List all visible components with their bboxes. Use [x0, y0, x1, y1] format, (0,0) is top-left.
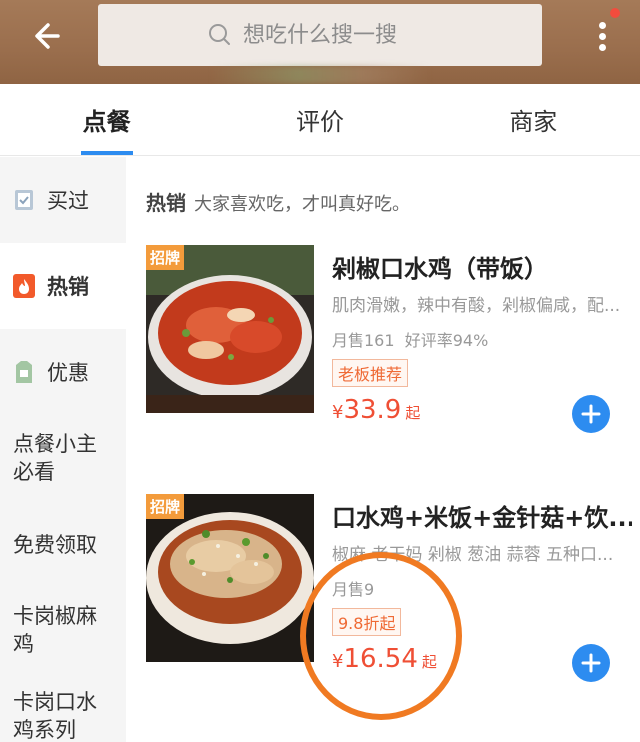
food-image[interactable]: 招牌 [146, 494, 314, 662]
more-dot-icon [599, 44, 606, 51]
rating: 好评率94% [404, 331, 489, 350]
food-image[interactable]: 招牌 [146, 245, 314, 413]
discount-icon [13, 360, 35, 384]
back-button[interactable] [28, 14, 72, 58]
more-dot-icon [599, 22, 606, 29]
sidebar-item-must-read[interactable]: 点餐小主必看 [0, 415, 126, 501]
price-value: 33.9 [343, 395, 402, 425]
section-header: 热销 大家喜欢吃，才叫真好吃。 [146, 187, 410, 216]
sidebar-item-label: 点餐小主必看 [13, 432, 97, 484]
search-box[interactable] [98, 4, 542, 66]
plus-icon [581, 653, 601, 673]
dish-photo [146, 494, 314, 662]
search-input[interactable] [243, 22, 433, 48]
more-menu-button[interactable] [590, 14, 616, 58]
sidebar-item-kagang-spicy[interactable]: 卡岗椒麻鸡 [0, 587, 126, 673]
signature-badge: 招牌 [146, 494, 185, 519]
product-title[interactable]: 口水鸡+米饭+金针菇+饮... [332, 498, 632, 533]
section-subtitle: 大家喜欢吃，才叫真好吃。 [194, 194, 410, 215]
search-icon [209, 24, 230, 45]
highlight-circle-annotation [300, 552, 462, 720]
more-dot-icon [599, 33, 606, 40]
product-description: 肌肉滑嫩，辣中有酸，剁椒偏咸，配... [332, 296, 621, 316]
add-to-cart-button[interactable] [572, 395, 610, 433]
add-to-cart-button[interactable] [572, 644, 610, 682]
sidebar-item-discount[interactable]: 优惠 [0, 329, 126, 415]
sidebar-item-kagang-series[interactable]: 卡岗口水鸡系列 [0, 673, 126, 742]
category-sidebar: 买过 热销 优惠 点餐小主必看 免费领取 卡岗椒麻鸡 卡岗口水鸡系列 [0, 157, 126, 742]
tab-order[interactable]: 点餐 [0, 84, 213, 155]
notification-dot [610, 8, 620, 18]
sidebar-item-label: 优惠 [47, 361, 89, 385]
dish-photo [146, 245, 314, 413]
price-suffix: 起 [405, 404, 421, 422]
sidebar-item-label: 买过 [47, 189, 89, 213]
tab-bar: 点餐 评价 商家 [0, 84, 640, 156]
back-arrow-icon [35, 23, 60, 49]
sidebar-item-bought[interactable]: 买过 [0, 157, 126, 243]
plus-icon [581, 404, 601, 424]
tab-reviews[interactable]: 评价 [213, 84, 426, 155]
promo-tag: 老板推荐 [332, 359, 409, 387]
top-bar [0, 0, 640, 84]
sidebar-item-label: 卡岗口水鸡系列 [13, 690, 97, 742]
bought-icon [13, 188, 35, 212]
sidebar-item-label: 热销 [47, 275, 89, 299]
tab-merchant[interactable]: 商家 [427, 84, 640, 155]
currency-symbol: ¥ [332, 402, 344, 423]
product-sales: 月售161 好评率94% [332, 327, 488, 351]
sidebar-item-label: 卡岗椒麻鸡 [13, 604, 97, 656]
signature-badge: 招牌 [146, 245, 185, 270]
sidebar-item-hot[interactable]: 热销 [0, 243, 126, 329]
header-blur [210, 66, 430, 84]
sidebar-item-free[interactable]: 免费领取 [0, 501, 126, 587]
product-price: ¥33.9 起 [332, 395, 420, 425]
monthly-sales: 月售161 [332, 331, 395, 350]
flame-icon [13, 274, 35, 298]
product-title[interactable]: 剁椒口水鸡（带饭） [332, 249, 632, 284]
section-title: 热销 [146, 191, 186, 215]
sidebar-item-label: 免费领取 [13, 533, 97, 557]
